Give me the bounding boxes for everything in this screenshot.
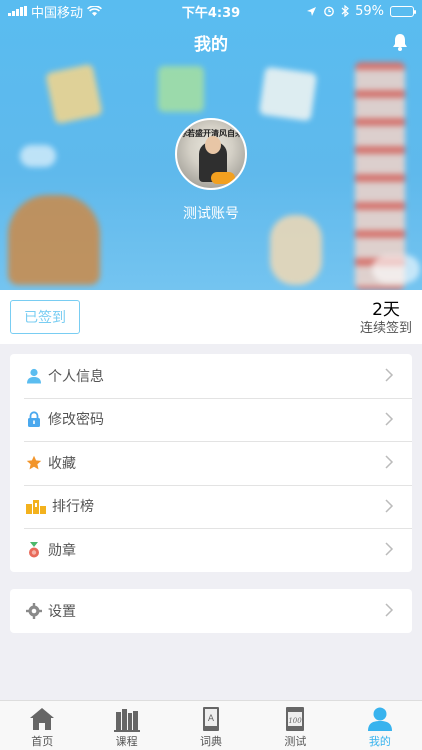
tab-bar: 首页 课程 A 词典 100 测试 我的 bbox=[0, 700, 422, 750]
wifi-icon bbox=[87, 5, 102, 16]
decoration bbox=[158, 66, 204, 112]
star-icon bbox=[26, 455, 42, 471]
alarm-icon bbox=[324, 6, 334, 17]
avatar-badge bbox=[211, 172, 235, 184]
lock-icon bbox=[26, 411, 42, 428]
streak-label: 连续签到 bbox=[359, 321, 412, 336]
menu-card: 个人信息 修改密码 收藏 排行榜 勋章 bbox=[10, 354, 412, 572]
decoration bbox=[372, 255, 420, 283]
menu-item-settings[interactable]: 设置 bbox=[10, 589, 412, 633]
tab-courses[interactable]: 课程 bbox=[84, 701, 168, 750]
menu-item-leaderboard[interactable]: 排行榜 bbox=[10, 484, 412, 529]
person-icon bbox=[367, 707, 392, 731]
menu-label: 排行榜 bbox=[52, 499, 94, 516]
medal-icon bbox=[26, 541, 42, 558]
carrier-label: 中国移动 bbox=[31, 5, 84, 21]
tab-home[interactable]: 首页 bbox=[0, 701, 84, 750]
tab-test[interactable]: 100 测试 bbox=[253, 701, 337, 750]
decoration bbox=[20, 145, 56, 167]
tab-label: 首页 bbox=[31, 735, 54, 748]
menu-item-medals[interactable]: 勋章 bbox=[10, 528, 412, 572]
chevron-right-icon bbox=[385, 498, 394, 513]
battery-icon bbox=[390, 5, 416, 17]
checkin-bar: 已签到 2天 连续签到 bbox=[0, 290, 422, 344]
account-name: 测试账号 bbox=[183, 206, 239, 222]
status-bar: 中国移动 下午4:39 59% bbox=[0, 0, 422, 22]
streak-days: 2天 bbox=[372, 300, 400, 320]
signal-icon bbox=[8, 6, 27, 16]
svg-text:A: A bbox=[208, 714, 215, 724]
page-title: 我的 bbox=[194, 35, 228, 55]
decoration bbox=[270, 215, 322, 285]
bluetooth-icon bbox=[341, 5, 350, 17]
test-paper-icon: 100 bbox=[286, 707, 305, 731]
tab-label: 词典 bbox=[200, 735, 223, 748]
menu-label: 收藏 bbox=[48, 455, 76, 472]
avatar[interactable]: 你若盛开清风自来 bbox=[175, 118, 247, 190]
svg-text:100: 100 bbox=[289, 717, 303, 725]
chevron-right-icon bbox=[385, 455, 394, 469]
chevron-right-icon bbox=[385, 411, 394, 426]
tab-label: 测试 bbox=[284, 735, 307, 748]
menu-item-profile[interactable]: 个人信息 bbox=[10, 354, 412, 398]
decoration bbox=[258, 66, 318, 122]
profile-header: 中国移动 下午4:39 59% 我的 你若盛开清风自来 测试账号 bbox=[0, 0, 422, 290]
books-icon bbox=[113, 709, 140, 732]
streak-counter: 2天 连续签到 bbox=[360, 300, 412, 338]
chevron-right-icon bbox=[385, 368, 394, 382]
bell-icon[interactable] bbox=[390, 32, 410, 52]
user-icon bbox=[26, 368, 42, 384]
tab-dictionary[interactable]: A 词典 bbox=[169, 701, 253, 750]
chevron-right-icon bbox=[385, 603, 394, 617]
menu-label: 修改密码 bbox=[48, 412, 104, 429]
dictionary-icon: A bbox=[203, 707, 220, 731]
decoration bbox=[45, 63, 103, 125]
chevron-right-icon bbox=[385, 542, 394, 556]
tab-mine[interactable]: 我的 bbox=[338, 701, 422, 750]
avatar-face bbox=[205, 136, 221, 154]
location-icon bbox=[307, 6, 317, 16]
tab-label: 我的 bbox=[368, 735, 391, 748]
menu-label: 勋章 bbox=[48, 542, 76, 559]
settings-card: 设置 bbox=[10, 589, 412, 633]
checkin-button[interactable]: 已签到 bbox=[10, 300, 80, 334]
gear-icon bbox=[26, 602, 42, 619]
podium-icon bbox=[26, 498, 46, 515]
menu-item-favorites[interactable]: 收藏 bbox=[10, 441, 412, 485]
home-icon bbox=[30, 708, 55, 730]
battery-percent: 59% bbox=[355, 3, 384, 19]
menu-label: 个人信息 bbox=[48, 368, 104, 385]
menu-label: 设置 bbox=[48, 603, 76, 620]
tab-label: 课程 bbox=[115, 735, 138, 748]
menu-item-password[interactable]: 修改密码 bbox=[10, 397, 412, 442]
